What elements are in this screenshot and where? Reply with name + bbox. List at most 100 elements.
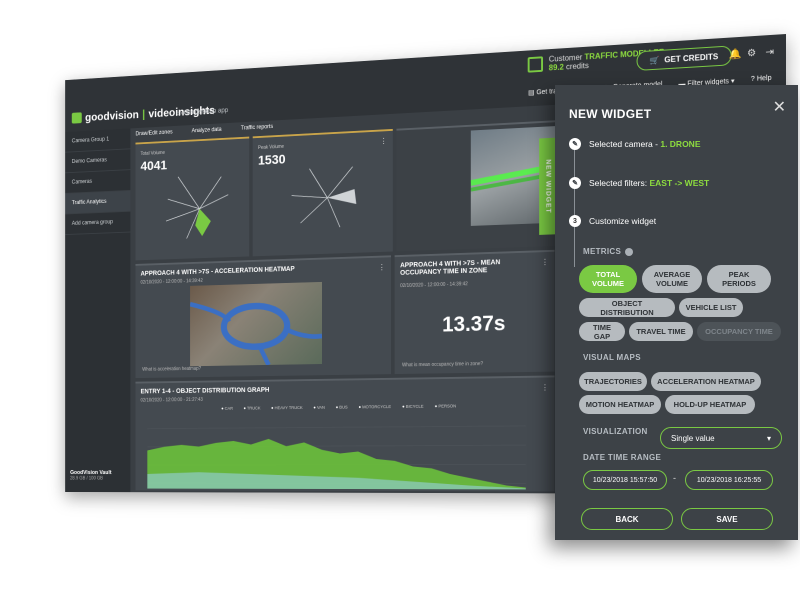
step1-prefix: Selected camera - — [589, 139, 661, 149]
heatmap-image — [190, 281, 322, 367]
step3-number: 3 — [569, 215, 581, 227]
edit-pencil-icon: ✎ — [569, 177, 581, 189]
widget-menu-icon[interactable]: ⋮ — [378, 263, 385, 272]
legend-item[interactable]: VAN — [313, 405, 325, 410]
save-button[interactable]: SAVE — [681, 508, 773, 530]
help-button[interactable]: ? Help — [751, 75, 772, 84]
widget-peak-volume[interactable]: Peak Volume 1530 ⋮ — [252, 128, 393, 257]
close-icon[interactable]: ✕ — [773, 97, 786, 117]
widget-menu-icon[interactable]: ⋮ — [541, 258, 549, 267]
logo-separator: | — [142, 107, 146, 121]
occupancy-date: 02/10/2020 - 12:00:00 - 14:39:42 — [400, 281, 468, 290]
credits-word: credits — [565, 61, 589, 72]
customer-plan-icon — [527, 56, 544, 73]
heatmap-date: 02/10/2020 - 12:00:00 - 14:39:42 — [140, 278, 203, 286]
metric-peak-periods[interactable]: PEAK PERIODS — [707, 265, 771, 293]
occupancy-help-text[interactable]: What is mean occupancy time in zone? — [402, 361, 483, 368]
widget-menu-icon[interactable]: ⋮ — [541, 383, 549, 392]
peak-volume-value: 1530 — [257, 151, 286, 168]
report-icon: ▤ — [528, 89, 537, 97]
sidebar-item-traffic-analytics[interactable]: Traffic Analytics — [65, 190, 131, 215]
widget-occupancy-time[interactable]: APPROACH 4 WITH >7S - MEAN OCCUPANCY TIM… — [394, 249, 555, 375]
step-selected-filters[interactable]: ✎ Selected filters: EAST -> WEST — [569, 177, 709, 189]
map-trajectories[interactable]: TRAJECTORIES — [579, 372, 647, 391]
tab-traffic-reports[interactable]: Traffic reports — [241, 124, 273, 131]
settings-gear-icon[interactable]: ⚙ — [747, 48, 756, 60]
total-volume-value: 4041 — [140, 157, 168, 174]
screenshot-stage: goodvision | videoinsights ▭ Get desktop… — [0, 0, 800, 600]
get-credits-label: GET CREDITS — [664, 51, 719, 64]
legend-item[interactable]: HEAVY TRUCK — [271, 405, 303, 410]
distribution-area-chart — [147, 416, 526, 490]
date-to-field[interactable]: 10/23/2018 16:25:55 — [685, 470, 773, 490]
panel-title: NEW WIDGET — [569, 107, 652, 121]
peak-star-graph — [283, 160, 357, 239]
get-desktop-app-link[interactable]: ▭ Get desktop app — [176, 106, 228, 116]
peak-volume-label: Peak Volume — [257, 144, 285, 151]
vault-size: 28.9 GB / 100 GB — [70, 475, 104, 482]
widget-acceleration-heatmap[interactable]: APPROACH 4 WITH >7S - ACCELERATION HEATM… — [135, 255, 391, 379]
new-widget-side-tab[interactable]: NEW WIDGET — [539, 137, 557, 235]
visual-maps-label: VISUAL MAPS — [583, 353, 641, 362]
new-widget-panel: NEW WIDGET ✕ ✎ Selected camera - 1. DRON… — [555, 85, 798, 540]
sidebar: Camera Group 1 Demo Cameras Cameras Traf… — [65, 128, 131, 493]
info-icon[interactable] — [625, 247, 634, 256]
volume-star-graph — [161, 168, 239, 244]
step1-value: 1. DRONE — [660, 139, 701, 149]
visualization-label: VISUALIZATION — [583, 427, 648, 436]
heatmap-title: APPROACH 4 WITH >7S - ACCELERATION HEATM… — [140, 266, 295, 278]
legend-item[interactable]: CAR — [221, 406, 233, 411]
metrics-label: METRICS — [583, 247, 634, 256]
widget-menu-icon[interactable]: ⋮ — [380, 137, 387, 146]
distribution-title: ENTRY 1-4 - OBJECT DISTRIBUTION GRAPH — [140, 387, 270, 396]
back-button[interactable]: BACK — [581, 508, 673, 530]
visualization-value: Single value — [671, 433, 715, 443]
occupancy-title: APPROACH 4 WITH >7S - MEAN OCCUPANCY TIM… — [400, 259, 501, 278]
legend-item[interactable]: MOTORCYCLE — [359, 404, 391, 409]
logout-icon[interactable]: ⇥ — [765, 47, 774, 59]
legend-item[interactable]: PERSON — [435, 404, 456, 409]
total-volume-label: Total Volume — [140, 150, 165, 157]
legend-item[interactable]: BUS — [336, 405, 347, 410]
tab-analyze-data[interactable]: Analyze data — [192, 127, 222, 134]
logo-mark-icon — [71, 112, 82, 124]
logo-brand: goodvision — [85, 108, 139, 124]
map-motion-heatmap[interactable]: MOTION HEATMAP — [579, 395, 661, 414]
cart-icon: 🛒 — [649, 55, 660, 65]
tab-draw-edit-zones[interactable]: Draw/Edit zones — [135, 130, 172, 137]
map-acceleration-heatmap[interactable]: ACCELERATION HEATMAP — [651, 372, 761, 391]
step-selected-camera[interactable]: ✎ Selected camera - 1. DRONE — [569, 138, 701, 150]
step-customize-widget: 3 Customize widget — [569, 215, 656, 227]
step2-prefix: Selected filters: — [589, 178, 650, 188]
widget-object-distribution[interactable]: ENTRY 1-4 - OBJECT DISTRIBUTION GRAPH 02… — [135, 375, 555, 492]
visualization-select[interactable]: Single value ▾ — [660, 427, 782, 449]
vault-info: GoodVision Vault 28.9 GB / 100 GB — [70, 470, 111, 481]
sidebar-item-add-camera-group[interactable]: Add camera group — [65, 211, 131, 236]
roundabout-heatmap-overlay — [190, 282, 322, 366]
step-connector — [574, 147, 575, 267]
metric-travel-time[interactable]: TRAVEL TIME — [629, 322, 693, 341]
metric-total-volume[interactable]: TOTAL VOLUME — [579, 265, 637, 293]
occupancy-value: 13.37s — [442, 310, 506, 337]
metric-occupancy-time[interactable]: OCCUPANCY TIME — [697, 322, 781, 341]
legend-item[interactable]: TRUCK — [243, 406, 261, 411]
credits-value: 89.2 — [548, 62, 564, 73]
legend-item[interactable]: BICYCLE — [402, 404, 424, 409]
metric-time-gap[interactable]: TIME GAP — [579, 322, 625, 341]
heatmap-help-text[interactable]: What is acceleration heatmap? — [142, 366, 201, 372]
date-range-label: DATE TIME RANGE — [583, 453, 662, 462]
metric-object-distribution[interactable]: OBJECT DISTRIBUTION — [579, 298, 675, 317]
sidebar-item-cameras[interactable]: Cameras — [65, 170, 131, 194]
distribution-date: 02/10/2020 - 12:00:00 - 21:27:43 — [140, 397, 203, 404]
edit-pencil-icon: ✎ — [569, 138, 581, 150]
notifications-bell-icon[interactable]: 🔔 — [729, 49, 742, 61]
step3-label: Customize widget — [589, 216, 657, 226]
step2-value: EAST -> WEST — [649, 178, 710, 188]
date-from-field[interactable]: 10/23/2018 15:57:50 — [583, 470, 667, 490]
distribution-legend: CAR TRUCK HEAVY TRUCK VAN BUS MOTORCYCLE… — [221, 404, 456, 411]
widget-total-volume[interactable]: Total Volume 4041 — [135, 136, 250, 261]
metric-vehicle-list[interactable]: VEHICLE LIST — [679, 298, 743, 317]
map-hold-up-heatmap[interactable]: HOLD-UP HEATMAP — [665, 395, 755, 414]
chevron-down-icon: ▾ — [766, 433, 771, 443]
metric-average-volume[interactable]: AVERAGE VOLUME — [642, 265, 702, 293]
